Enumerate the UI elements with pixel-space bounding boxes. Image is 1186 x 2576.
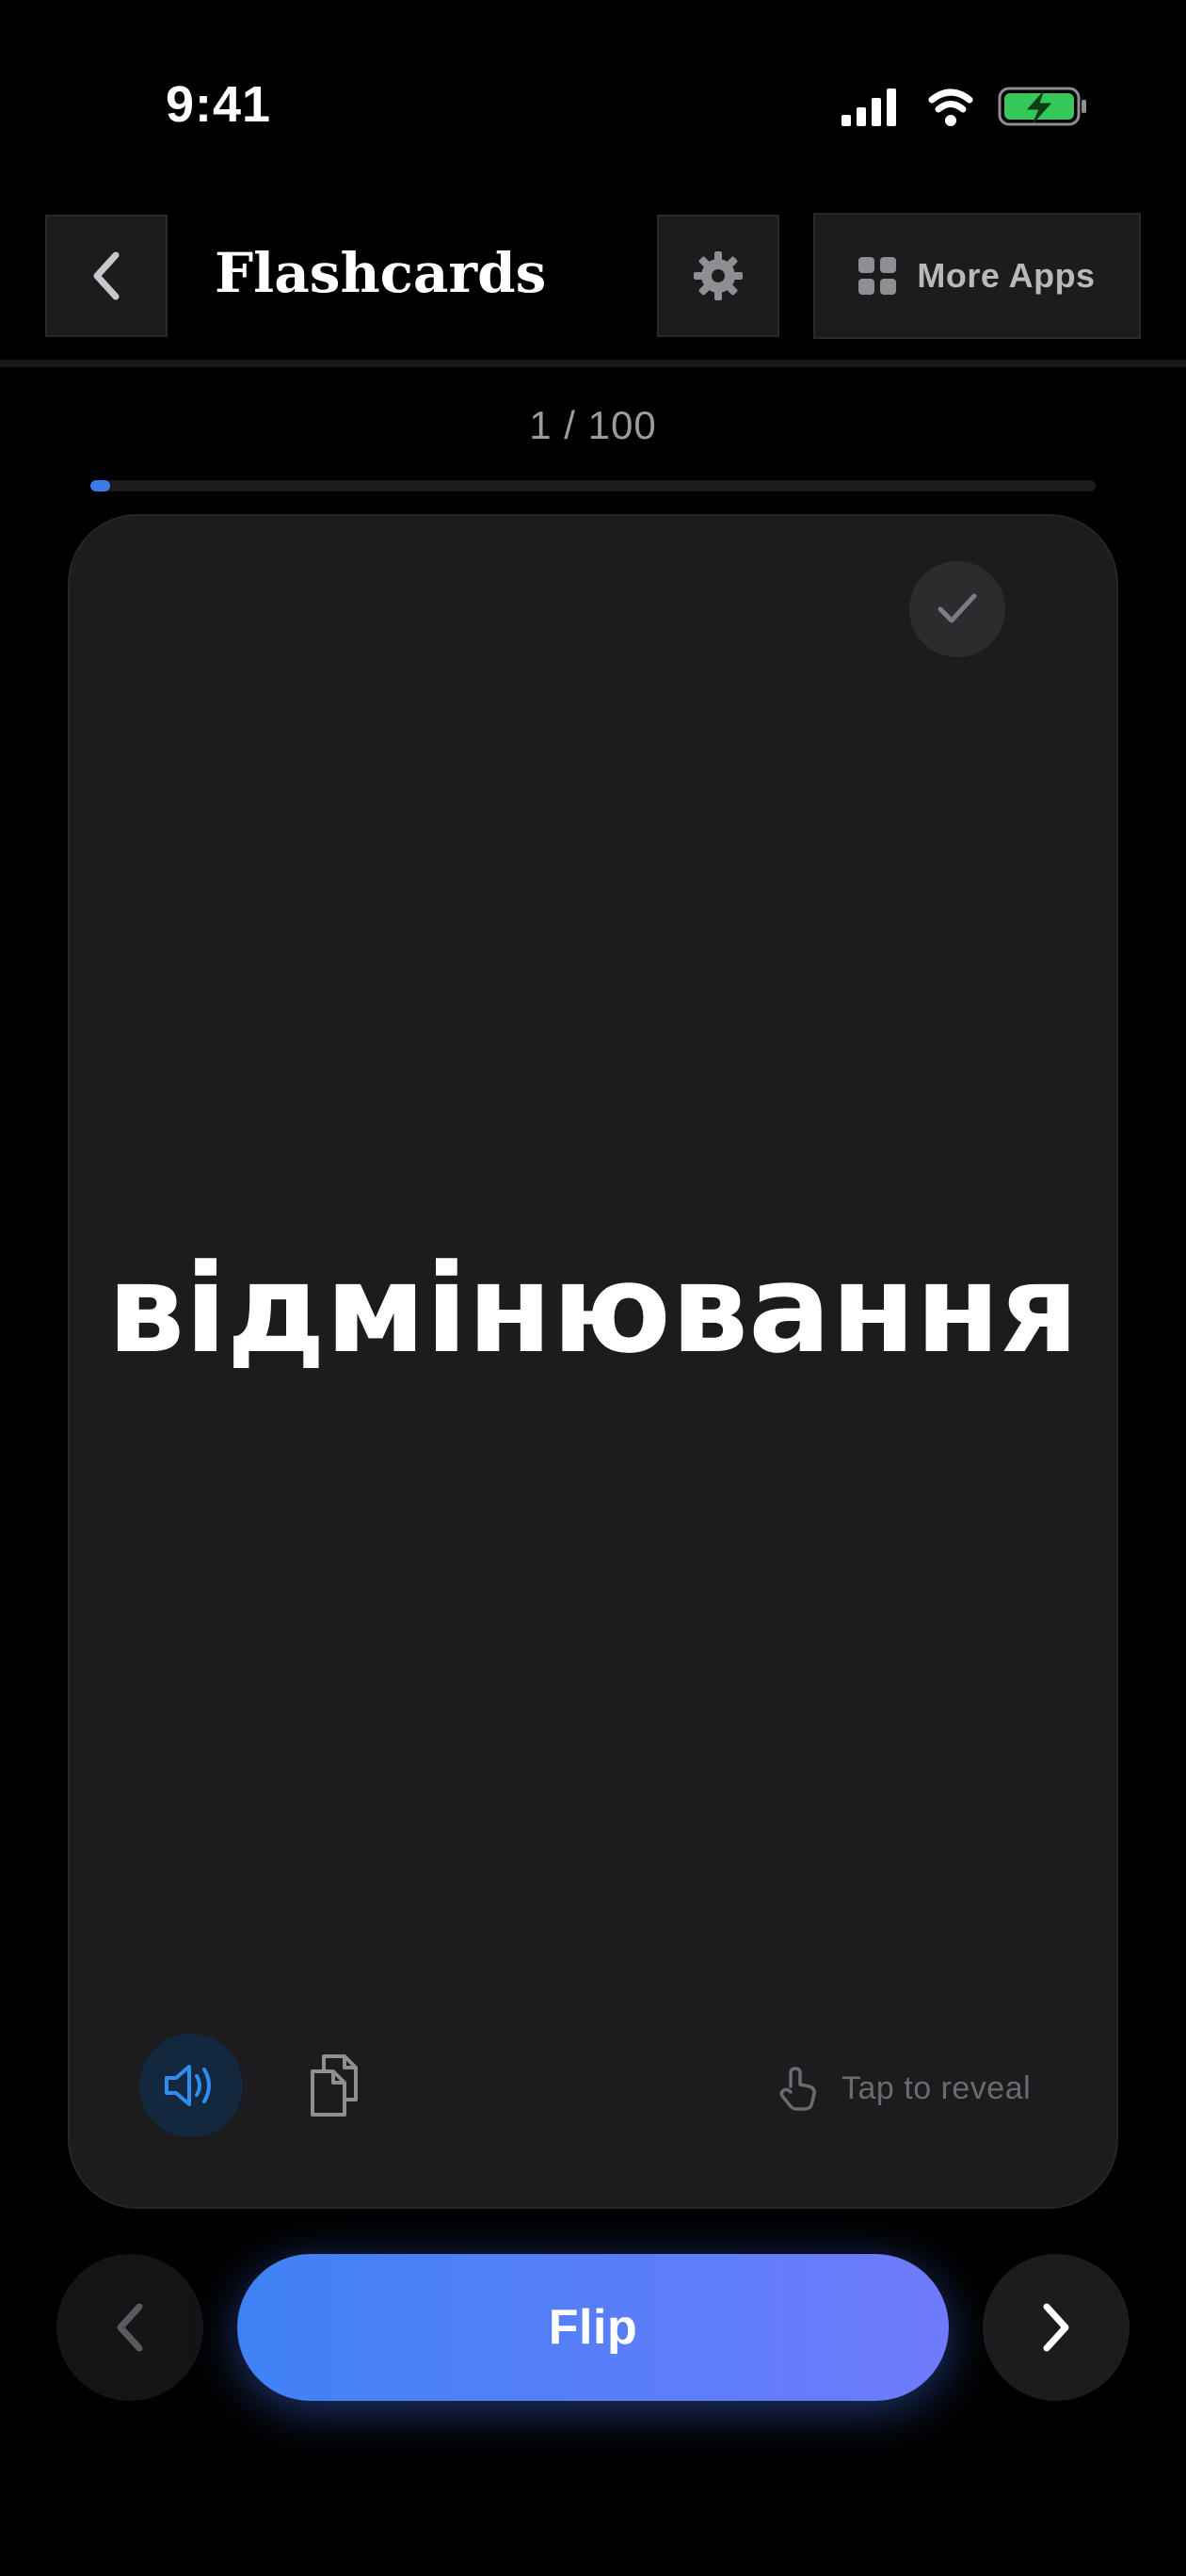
battery-icon xyxy=(998,87,1086,126)
flip-button[interactable]: Flip xyxy=(237,2254,949,2401)
gear-icon xyxy=(694,251,743,300)
signal-icon xyxy=(841,89,896,126)
next-card-button[interactable] xyxy=(983,2254,1130,2401)
chevron-right-icon xyxy=(1043,2303,1069,2352)
grid-icon xyxy=(858,257,897,295)
speak-button[interactable] xyxy=(139,2034,243,2137)
previous-card-button[interactable] xyxy=(56,2254,203,2401)
tap-hand-icon xyxy=(779,2067,816,2111)
progress-bar xyxy=(90,480,1096,491)
status-time: 9:41 xyxy=(166,76,272,133)
reveal-hint: Tap to reveal xyxy=(777,2062,1031,2115)
settings-button[interactable] xyxy=(657,215,779,337)
page-title: Flashcards xyxy=(215,241,547,305)
reveal-hint-label: Tap to reveal xyxy=(841,2069,1032,2106)
progress-counter: 1 / 100 xyxy=(529,403,657,447)
status-indicators-icon xyxy=(841,87,1086,126)
progress-bar-fill xyxy=(90,480,111,491)
back-button[interactable] xyxy=(45,215,168,337)
card-word: відмінювання xyxy=(107,1237,1079,1380)
chevron-left-icon xyxy=(117,2303,143,2352)
more-apps-label: More Apps xyxy=(917,256,1096,295)
copy-icon xyxy=(311,2054,358,2117)
wifi-icon xyxy=(928,89,973,113)
speaker-icon xyxy=(165,2065,211,2106)
chevron-left-icon xyxy=(93,251,120,300)
header-divider xyxy=(0,360,1186,367)
copy-button[interactable] xyxy=(292,2043,377,2128)
more-apps-button[interactable]: More Apps xyxy=(813,213,1141,339)
mark-known-button[interactable] xyxy=(909,561,1005,657)
status-icons xyxy=(838,83,1101,130)
checkmark-icon xyxy=(938,593,977,623)
